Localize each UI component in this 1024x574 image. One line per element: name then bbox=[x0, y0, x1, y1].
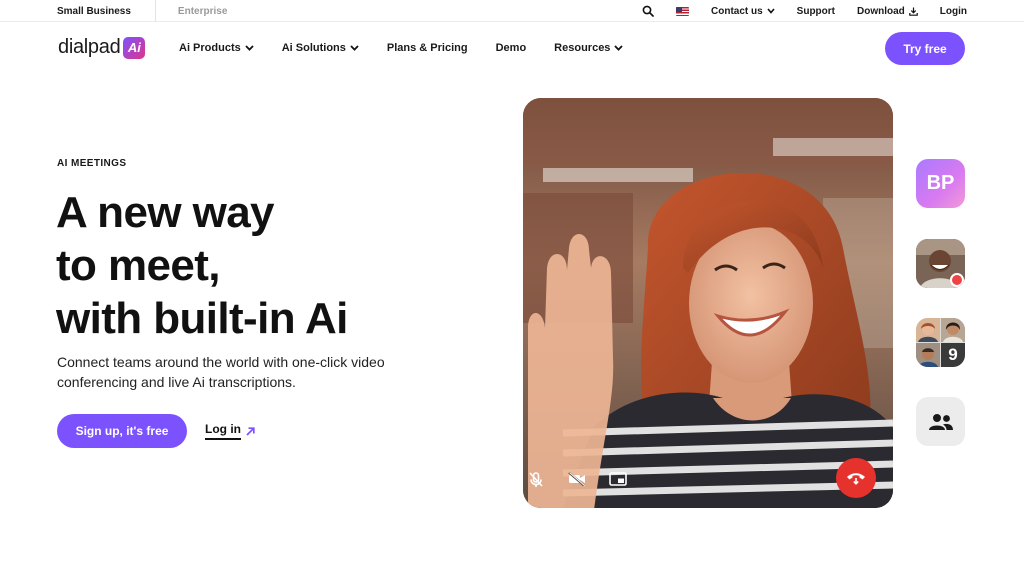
nav-item-ai-products[interactable]: Ai Products bbox=[179, 42, 254, 54]
participant-tile-group[interactable]: 9 bbox=[916, 318, 965, 367]
picture-in-picture-icon[interactable] bbox=[609, 472, 627, 486]
camera-off-icon[interactable] bbox=[568, 472, 586, 486]
contact-us-link[interactable]: Contact us bbox=[711, 6, 775, 17]
video-feed-image bbox=[523, 98, 893, 508]
nav-item-resources[interactable]: Resources bbox=[554, 42, 624, 54]
participant-thumb bbox=[916, 343, 940, 367]
headline-line: A new way bbox=[56, 188, 275, 237]
recording-indicator bbox=[950, 273, 964, 287]
download-label: Download bbox=[857, 5, 905, 17]
headline-line: with built-in Ai bbox=[56, 294, 348, 343]
divider bbox=[154, 0, 156, 22]
mic-off-icon[interactable] bbox=[529, 472, 543, 488]
logo-ai-badge: Ai bbox=[123, 36, 146, 59]
nav-items: Ai Products Ai Solutions Plans & Pricing… bbox=[179, 23, 651, 73]
participant-thumb bbox=[916, 318, 940, 342]
hero-subtext: Connect teams around the world with one-… bbox=[57, 354, 385, 390]
nav-item-label: Resources bbox=[554, 42, 611, 54]
tab-enterprise[interactable]: Enterprise bbox=[178, 6, 227, 17]
participant-tile-speaker[interactable] bbox=[916, 239, 965, 288]
chevron-down-icon bbox=[245, 45, 254, 51]
login-cta-label: Log in bbox=[205, 422, 241, 440]
end-call-icon bbox=[847, 473, 865, 485]
contact-us-label: Contact us bbox=[711, 5, 763, 17]
try-free-button[interactable]: Try free bbox=[885, 32, 965, 65]
nav-item-label: Ai Solutions bbox=[281, 42, 346, 54]
nav-item-label: Plans & Pricing bbox=[386, 42, 468, 54]
group-icon bbox=[928, 413, 953, 430]
nav-item-label: Demo bbox=[495, 42, 527, 54]
support-link[interactable]: Support bbox=[797, 6, 835, 17]
download-link[interactable]: Download bbox=[857, 6, 918, 17]
chevron-down-icon bbox=[767, 8, 775, 14]
video-call-preview bbox=[523, 98, 893, 508]
login-cta-link[interactable]: Log in bbox=[205, 422, 255, 440]
end-call-button[interactable] bbox=[836, 458, 876, 498]
login-link[interactable]: Login bbox=[940, 6, 967, 17]
signup-button[interactable]: Sign up, it's free bbox=[57, 414, 187, 448]
hero-headline: A new way to meet, with built-in Ai bbox=[56, 186, 348, 345]
chevron-down-icon bbox=[614, 45, 624, 51]
dialpad-logo[interactable]: dialpad Ai bbox=[58, 36, 146, 59]
participant-tile-initials[interactable]: BP bbox=[916, 159, 965, 208]
us-flag-icon[interactable] bbox=[676, 6, 689, 16]
utility-links: Contact us Support Download Login bbox=[642, 0, 967, 22]
nav-item-demo[interactable]: Demo bbox=[496, 42, 527, 54]
hero-eyebrow: AI MEETINGS bbox=[57, 158, 127, 169]
utility-bar: Small Business Enterprise Contact us Sup… bbox=[0, 0, 1024, 22]
logo-wordmark: dialpad bbox=[58, 36, 121, 58]
download-icon bbox=[908, 7, 918, 16]
arrow-up-right-icon bbox=[246, 426, 255, 436]
nav-item-label: Ai Products bbox=[179, 42, 241, 54]
nav-item-ai-solutions[interactable]: Ai Solutions bbox=[282, 42, 359, 54]
nav-item-plans-pricing[interactable]: Plans & Pricing bbox=[387, 42, 468, 54]
chevron-down-icon bbox=[350, 45, 359, 51]
search-icon[interactable] bbox=[642, 5, 654, 17]
participant-overflow-count: 9 bbox=[941, 343, 965, 367]
tab-small-business[interactable]: Small Business bbox=[57, 6, 131, 17]
headline-line: to meet, bbox=[56, 241, 221, 290]
participant-thumb bbox=[941, 318, 965, 342]
participants-button[interactable] bbox=[916, 397, 965, 446]
segment-tabs: Small Business Enterprise bbox=[57, 0, 227, 22]
main-nav: dialpad Ai Ai Products Ai Solutions Plan… bbox=[0, 23, 1024, 73]
